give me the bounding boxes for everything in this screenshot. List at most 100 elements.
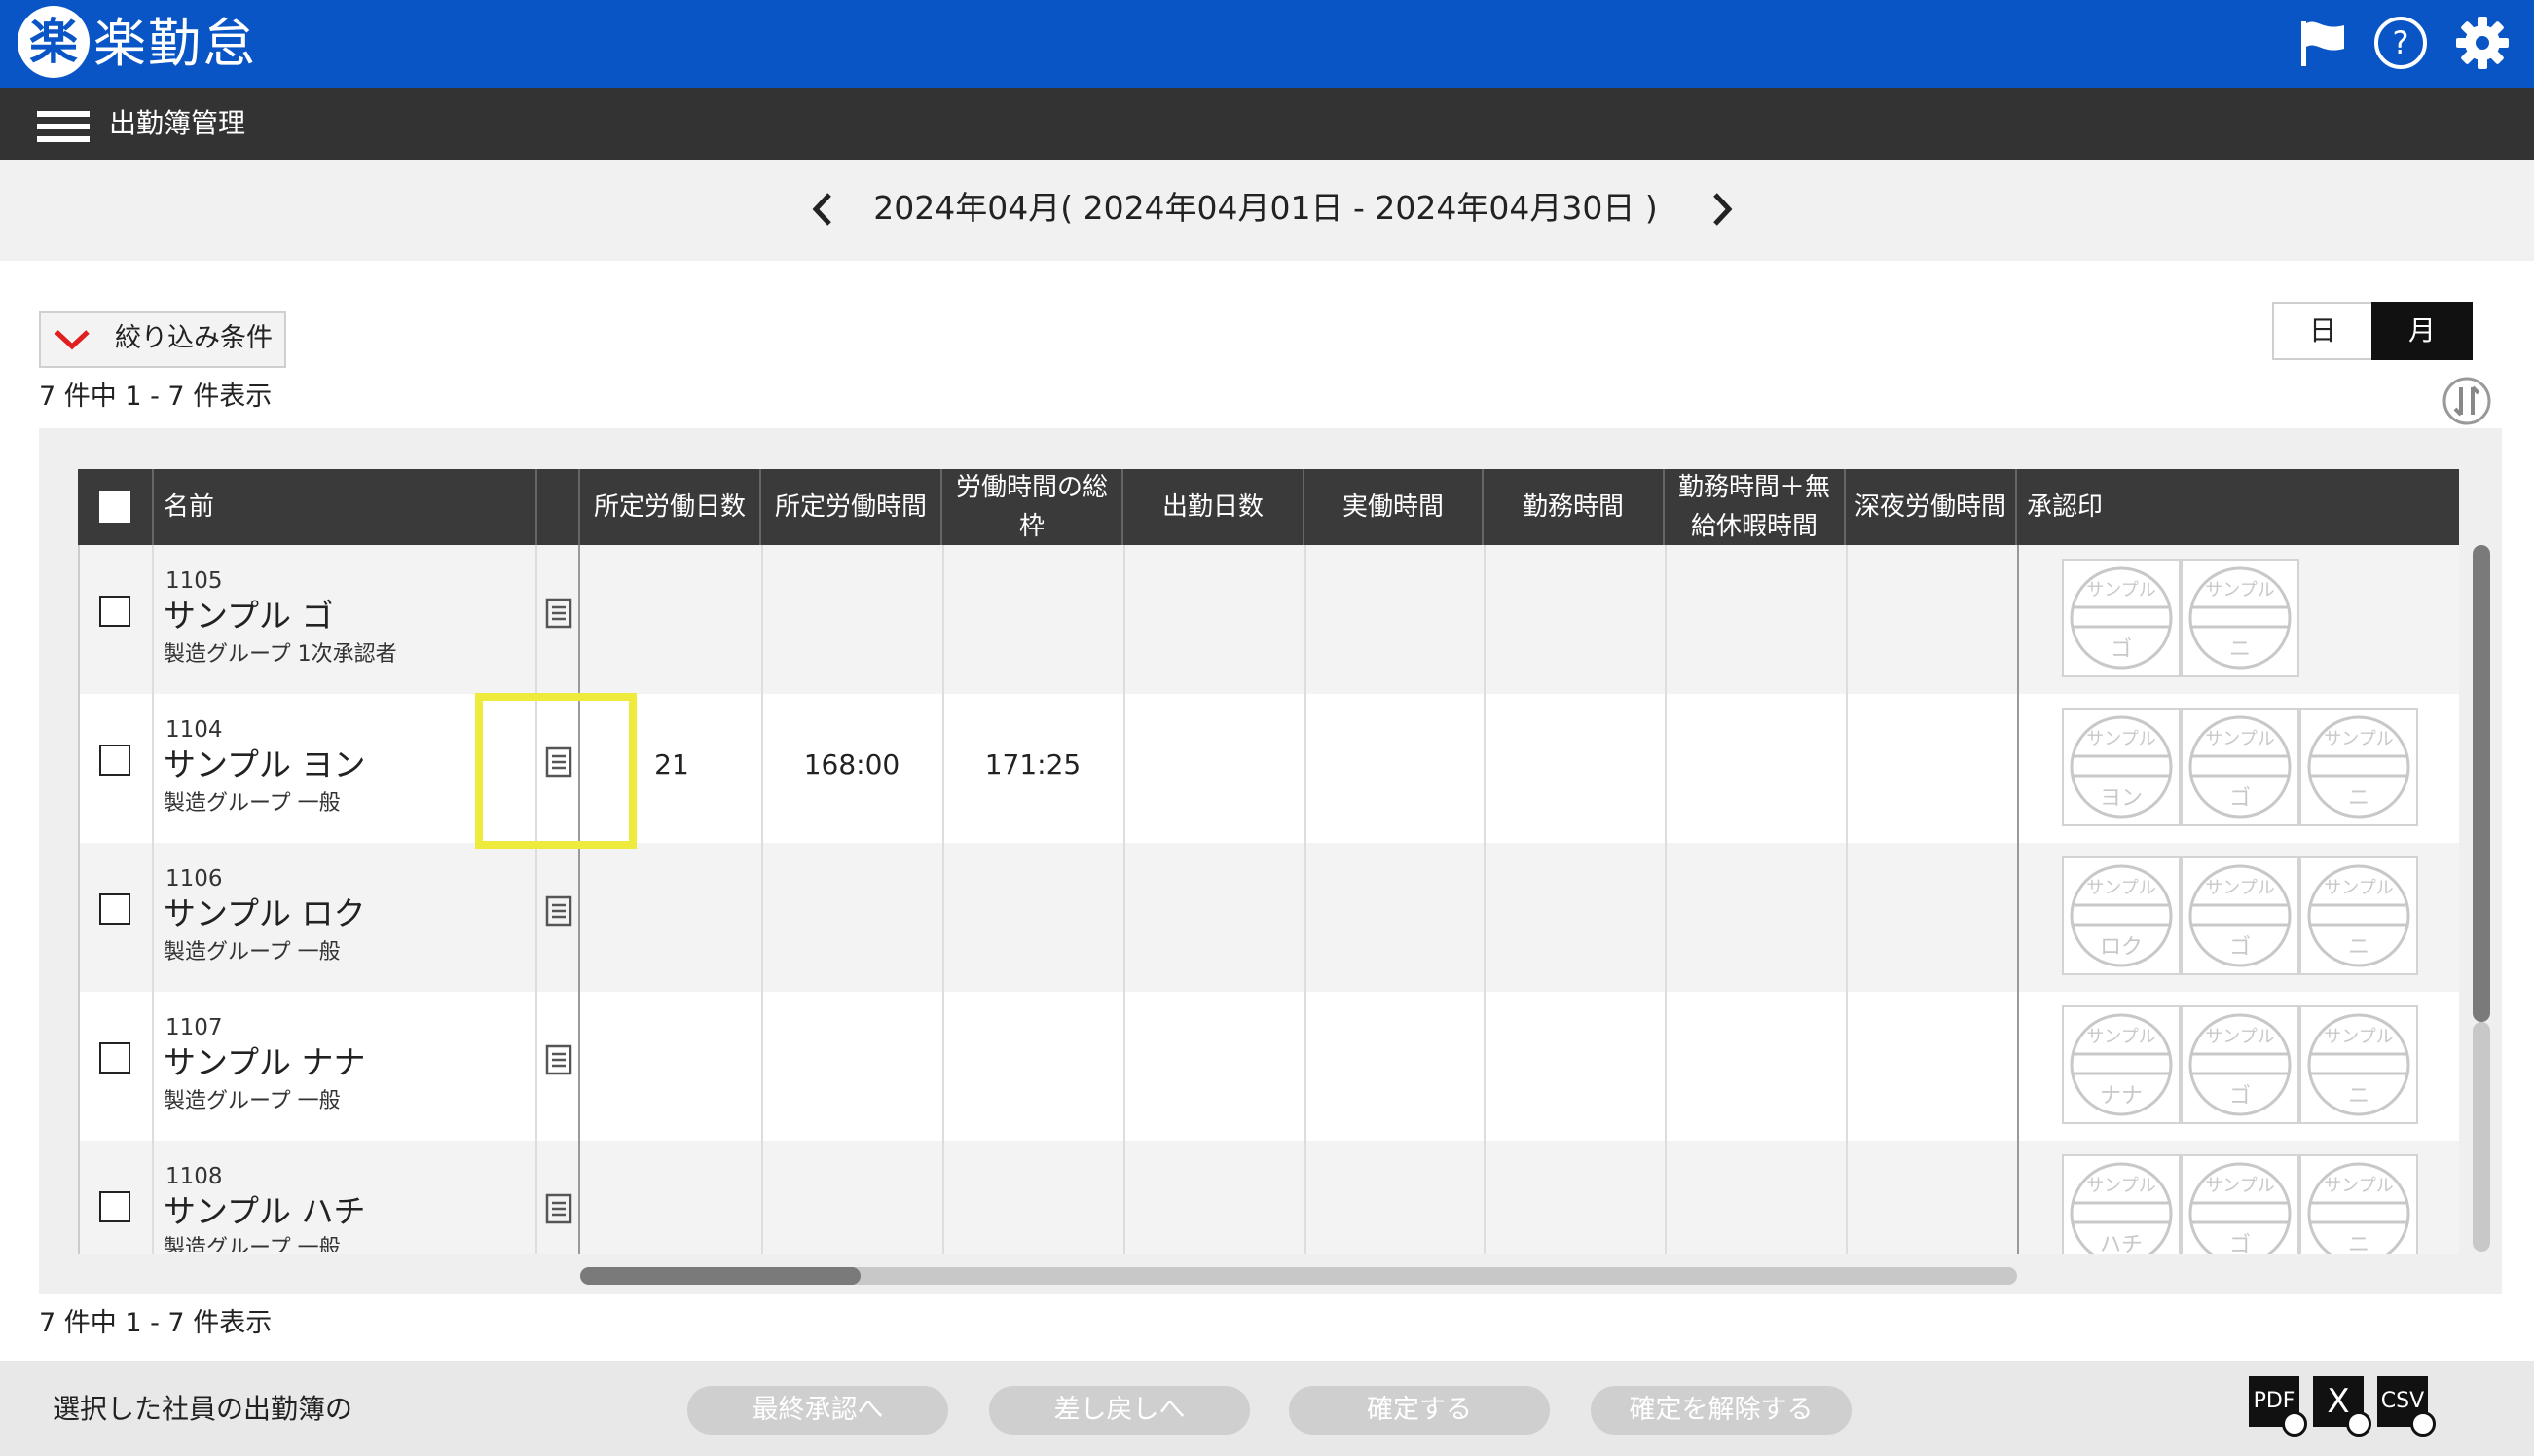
employee-number: 1104 bbox=[165, 717, 223, 743]
approval-stamp: サンプルニ bbox=[2299, 856, 2418, 975]
document-icon[interactable] bbox=[545, 598, 572, 629]
confirm-button[interactable]: 確定する bbox=[1289, 1386, 1550, 1435]
scheduled-hours-value: 168:00 bbox=[803, 748, 900, 781]
header-actual-hours[interactable]: 実働時間 bbox=[1304, 469, 1484, 545]
send-back-button[interactable]: 差し戻しへ bbox=[989, 1386, 1250, 1435]
approval-stamp: サンプルニ bbox=[2181, 559, 2299, 677]
stamp-top-text: サンプル bbox=[2086, 580, 2155, 601]
view-month-button[interactable]: 月 bbox=[2371, 302, 2473, 360]
stamp-seal-icon: サンプルゴ bbox=[2188, 1162, 2292, 1254]
approval-stamp: サンプル ロク bbox=[2062, 856, 2181, 975]
app-logo-icon: 楽 bbox=[18, 6, 90, 78]
stamp-bottom-text: ニ bbox=[2229, 637, 2251, 662]
stamp-top-text: サンプル bbox=[2324, 878, 2393, 898]
chevron-up-icon bbox=[2410, 1411, 2436, 1437]
approval-stamp: サンプル ヨン bbox=[2062, 708, 2181, 826]
document-icon[interactable] bbox=[545, 1044, 572, 1075]
header-night-hours[interactable]: 深夜労働時間 bbox=[1846, 469, 2017, 545]
header-scheduled-days[interactable]: 所定労働日数 bbox=[580, 469, 761, 545]
stamp-bottom-text: ゴ bbox=[2229, 786, 2251, 811]
row-checkbox[interactable] bbox=[99, 745, 130, 776]
page-title: 出勤簿管理 bbox=[109, 107, 246, 139]
period-label: 2024年04月( 2024年04月01日 - 2024年04月30日 ) bbox=[873, 189, 1658, 227]
view-day-button[interactable]: 日 bbox=[2272, 302, 2373, 360]
flag-icon[interactable] bbox=[2294, 14, 2352, 72]
stamp-top-text: サンプル bbox=[2205, 1027, 2274, 1047]
employee-group: 製造グループ 一般 bbox=[164, 1236, 341, 1252]
row-checkbox[interactable] bbox=[99, 596, 130, 627]
employee-number: 1107 bbox=[165, 1015, 223, 1040]
horizontal-scroll-thumb[interactable] bbox=[580, 1267, 861, 1285]
employee-name[interactable]: サンプル ロク bbox=[164, 893, 366, 934]
result-count-top: 7 件中 1 - 7 件表示 bbox=[39, 382, 273, 412]
employee-name[interactable]: サンプル ハチ bbox=[164, 1191, 366, 1232]
unconfirm-button[interactable]: 確定を解除する bbox=[1591, 1386, 1852, 1435]
row-checkbox[interactable] bbox=[99, 1042, 130, 1074]
select-all-cell bbox=[78, 469, 154, 545]
employee-group: 製造グループ 1次承認者 bbox=[164, 642, 397, 667]
approval-stamp: サンプルゴ bbox=[2181, 708, 2299, 826]
approval-stamp: サンプル ナナ bbox=[2062, 1005, 2181, 1124]
stamp-seal-icon: サンプルニ bbox=[2307, 1013, 2410, 1116]
select-all-checkbox[interactable] bbox=[99, 491, 130, 523]
gear-icon[interactable] bbox=[2453, 14, 2512, 72]
header-work-plus-unpaid[interactable]: 勤務時間＋無給休暇時間 bbox=[1665, 469, 1846, 545]
stamp-seal-icon: サンプルゴ bbox=[2188, 864, 2292, 967]
employee-name[interactable]: サンプル ゴ bbox=[164, 596, 334, 637]
stamp-bottom-text: ゴ bbox=[2111, 637, 2132, 662]
stamp-seal-icon: サンプルニ bbox=[2307, 1162, 2410, 1254]
stamp-seal-icon: サンプルハチ bbox=[2070, 1162, 2173, 1254]
document-icon[interactable] bbox=[545, 895, 572, 927]
stamp-top-text: サンプル bbox=[2324, 1176, 2393, 1196]
stamp-seal-icon: サンプルゴ bbox=[2188, 1013, 2292, 1116]
highlight-marker bbox=[475, 693, 637, 849]
final-approval-button[interactable]: 最終承認へ bbox=[687, 1386, 948, 1435]
bulk-action-label: 選択した社員の出勤簿の bbox=[53, 1393, 353, 1425]
stamp-bottom-text: ニ bbox=[2348, 935, 2369, 960]
next-month-icon[interactable] bbox=[1702, 187, 1741, 232]
help-icon[interactable]: ? bbox=[2371, 14, 2430, 72]
header-name[interactable]: 名前 bbox=[154, 469, 537, 545]
header-scheduled-hours[interactable]: 所定労働時間 bbox=[761, 469, 942, 545]
employee-name[interactable]: サンプル ヨン bbox=[164, 745, 366, 785]
stamp-top-text: サンプル bbox=[2086, 729, 2155, 749]
approval-stamp: サンプルゴ bbox=[2181, 1005, 2299, 1124]
app-title: 楽勤怠 bbox=[93, 13, 257, 74]
header-work-hours[interactable]: 勤務時間 bbox=[1484, 469, 1665, 545]
approval-stamp: サンプルニ bbox=[2299, 1154, 2418, 1254]
column-toggle-icon[interactable] bbox=[2442, 376, 2492, 426]
stamp-bottom-text: ヨン bbox=[2100, 786, 2143, 811]
stamp-seal-icon: サンプルゴ bbox=[2070, 566, 2173, 670]
scheduled-days-value: 21 bbox=[654, 748, 689, 781]
stamp-bottom-text: ロク bbox=[2100, 935, 2143, 960]
header-attendance-days[interactable]: 出勤日数 bbox=[1123, 469, 1304, 545]
approval-stamp: サンプル ハチ bbox=[2062, 1154, 2181, 1254]
row-checkbox[interactable] bbox=[99, 1191, 130, 1222]
employee-name[interactable]: サンプル ナナ bbox=[164, 1042, 366, 1083]
vertical-scrollbar[interactable] bbox=[2473, 1022, 2490, 1252]
approval-stamp: サンプルニ bbox=[2299, 708, 2418, 826]
document-icon[interactable] bbox=[545, 1193, 572, 1224]
bottom-action-bar bbox=[0, 1361, 2534, 1456]
header-total-frame[interactable]: 労働時間の総枠 bbox=[942, 469, 1123, 545]
stamp-seal-icon: サンプルヨン bbox=[2070, 715, 2173, 819]
filter-label: 絞り込み条件 bbox=[115, 323, 273, 353]
top-header-bar bbox=[0, 0, 2534, 88]
stamp-top-text: サンプル bbox=[2086, 1176, 2155, 1196]
header-approval: 承認印 bbox=[2027, 492, 2104, 522]
chevron-down-icon bbox=[2282, 1411, 2307, 1437]
result-count-bottom: 7 件中 1 - 7 件表示 bbox=[39, 1308, 273, 1338]
vertical-scroll-thumb[interactable] bbox=[2473, 545, 2490, 1022]
stamp-top-text: サンプル bbox=[2205, 729, 2274, 749]
stamp-bottom-text: ニ bbox=[2348, 1233, 2369, 1254]
approval-stamps-area: サンプルゴサンプルニサンプル ヨン サンプルゴサンプルニサンプル ロク サンプルゴサンプ… bbox=[2017, 545, 2459, 1254]
stamp-top-text: サンプル bbox=[2086, 878, 2155, 898]
stamp-bottom-text: ハチ bbox=[2100, 1233, 2143, 1254]
row-checkbox[interactable] bbox=[99, 893, 130, 925]
stamp-top-text: サンプル bbox=[2324, 1027, 2393, 1047]
approval-stamp: サンプルゴ bbox=[2062, 559, 2181, 677]
hamburger-menu-icon[interactable] bbox=[37, 111, 90, 142]
chevron-down-icon bbox=[55, 330, 90, 350]
total-frame-value: 171:25 bbox=[984, 748, 1082, 781]
stamp-bottom-text: ニ bbox=[2348, 1084, 2369, 1109]
